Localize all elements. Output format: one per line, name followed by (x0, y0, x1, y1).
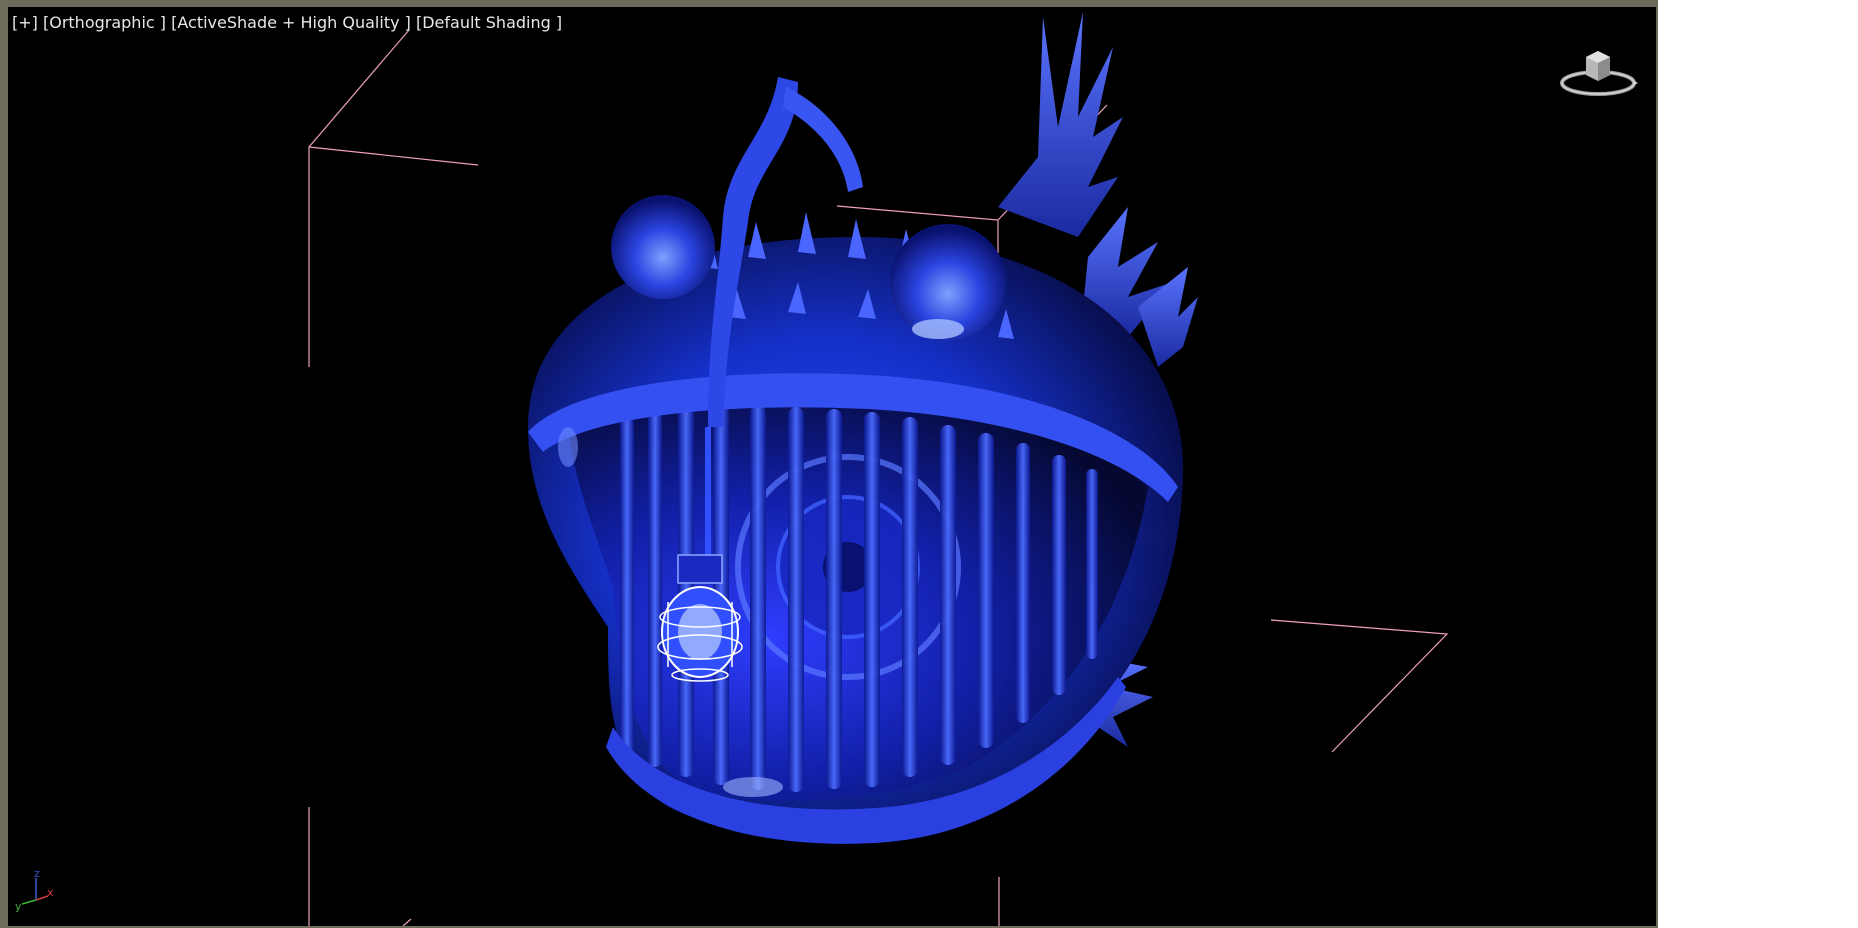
perspective-viewport[interactable]: [+] [Orthographic ] [ActiveShade + High … (8, 7, 1656, 926)
scene-render (308, 12, 1449, 926)
left-eye (611, 195, 715, 299)
app-window: [+] [Orthographic ] [ActiveShade + High … (0, 0, 1858, 928)
viewport-frame: [+] [Orthographic ] [ActiveShade + High … (0, 0, 1658, 928)
viewport-shading-mode[interactable]: [Default Shading ] (416, 13, 562, 32)
viewport-view-mode[interactable]: [Orthographic ] (43, 13, 166, 32)
axis-y-label: y (15, 900, 22, 912)
axis-x-label: x (47, 886, 54, 899)
empty-panel (1658, 0, 1858, 928)
viewport-menu-plus[interactable]: [+] (12, 13, 38, 32)
viewport-render-mode[interactable]: [ActiveShade + High Quality ] (171, 13, 411, 32)
viewport-label-bar: [+] [Orthographic ] [ActiveShade + High … (12, 13, 562, 32)
viewcube-icon[interactable] (1558, 41, 1638, 101)
axis-tripod: z y x (14, 866, 60, 913)
axis-z-label: z (34, 867, 40, 880)
